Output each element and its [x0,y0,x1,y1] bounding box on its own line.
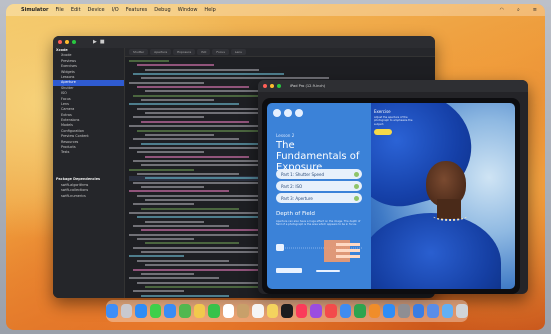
simulator-icon[interactable] [427,304,439,318]
menu-io[interactable]: I/O [112,7,119,13]
editor-tabs: Shutter Aperture Exposure ISO Focus Lens [125,48,435,57]
launchpad-icon[interactable] [120,304,133,318]
part-label: Part 1: Shutter Speed [281,171,324,177]
part-item[interactable]: Part 2: ISO [276,181,362,191]
exercise-card: Exercise Adjust the aperture of the phot… [374,109,414,136]
menu-edit[interactable]: Edit [71,7,81,13]
ipad-screen: Lesson 2 The Fundamentals of Exposure Pa… [267,103,515,289]
section-text: Aperture can also have a huge effect on … [276,220,361,227]
simulator-window: iPad Pro (12.9-inch) Lesson 2 The Fundam… [258,80,528,294]
forward-icon[interactable] [295,109,303,117]
navigator-item[interactable]: swift-numerics [53,194,124,199]
menu-features[interactable]: Features [126,7,148,13]
xcode-icon[interactable] [412,304,425,318]
desktop: Simulator File Edit Device I/O Features … [6,4,545,330]
tv-icon[interactable] [281,304,293,318]
sim-close-button[interactable] [263,84,267,88]
sim-minimize-button[interactable] [270,84,274,88]
menu-window[interactable]: Window [178,7,198,13]
menu-device[interactable]: Device [88,7,105,13]
maps-icon[interactable] [179,304,191,318]
back-icon[interactable] [284,109,292,117]
pages-icon[interactable] [368,304,381,318]
run-icon[interactable]: ▶ [93,39,97,45]
appstore-icon[interactable] [383,304,395,318]
depth-of-field-diagram [276,240,362,273]
simulator-toolbar: iPad Pro (12.9-inch) [258,80,528,92]
search-icon[interactable]: ⌕ [517,7,520,13]
close-button[interactable] [58,40,62,44]
part-label: Part 3: Aperture [281,195,313,201]
zoom-button[interactable] [72,40,76,44]
sim-zoom-button[interactable] [277,84,281,88]
editor-tab[interactable]: Exposure [173,49,196,55]
exercise-button[interactable] [374,129,392,136]
check-icon [354,195,359,201]
trash-icon[interactable] [456,304,468,318]
menu-help[interactable]: Help [204,7,215,13]
simulator-title: iPad Pro (12.9-inch) [290,84,326,88]
editor-tab[interactable]: Aperture [150,49,172,55]
editor-tab[interactable]: Focus [212,49,229,55]
parts-list: Part 1: Shutter Speed Part 2: ISO Part 3… [276,169,362,205]
sidebar-toggle-icon[interactable] [273,109,281,117]
photo-shirt [371,213,501,289]
podcasts-icon[interactable] [310,304,322,318]
dock [106,300,468,322]
settings-icon[interactable] [397,304,410,318]
check-icon [354,171,359,177]
photo-necklace [433,211,467,221]
ipad-device: Lesson 2 The Fundamentals of Exposure Pa… [262,98,520,294]
part-item[interactable]: Part 1: Shutter Speed [276,169,362,179]
exercise-title: Exercise [374,109,391,114]
contacts-icon[interactable] [237,304,250,318]
notes-icon[interactable] [266,304,279,318]
editor-tab[interactable]: Lens [230,49,246,55]
calendar-icon[interactable] [222,304,235,318]
keynote-icon[interactable] [339,304,352,318]
editor-tab[interactable]: Shutter [129,49,149,55]
safari-icon[interactable] [135,304,147,318]
menu-file[interactable]: File [55,7,63,13]
menu-bar: Simulator File Edit Device I/O Features … [6,4,545,16]
section-title: Depth of Field [276,211,315,217]
news-icon[interactable] [324,304,337,318]
wifi-icon[interactable]: ◠ [500,7,504,13]
lesson-controls [273,109,303,117]
stop-icon[interactable]: ■ [100,39,105,45]
slider-track [276,268,302,273]
music-icon[interactable] [295,304,308,318]
project-navigator: Xcode Xcode Previews Exercises Widgets Lesson… [53,48,125,298]
status-area: ◠ ⌕ ≡ [493,7,537,13]
facetime-icon[interactable] [208,304,220,318]
part-label: Part 2: ISO [281,183,303,189]
check-icon [354,183,359,189]
control-center-icon[interactable]: ≡ [533,7,537,13]
lesson-label: Lesson 2 [276,133,295,138]
messages-icon[interactable] [149,304,162,318]
mail-icon[interactable] [164,304,177,318]
menu-debug[interactable]: Debug [154,7,170,13]
exercise-text: Adjust the aperture of the photograph to… [374,116,413,126]
editor-tab[interactable]: ISO [197,49,211,55]
finder-icon[interactable] [106,304,118,318]
photos-icon[interactable] [193,304,206,318]
part-item[interactable]: Part 3: Aperture [276,193,362,203]
lesson-panel: Lesson 2 The Fundamentals of Exposure Pa… [267,103,371,289]
camera-icon [276,244,284,251]
numbers-icon[interactable] [354,304,366,318]
menu-app-name[interactable]: Simulator [21,7,48,13]
folder-icon[interactable] [441,304,454,318]
reminders-icon[interactable] [252,304,264,318]
aperture-slider [316,270,340,272]
minimize-button[interactable] [65,40,69,44]
